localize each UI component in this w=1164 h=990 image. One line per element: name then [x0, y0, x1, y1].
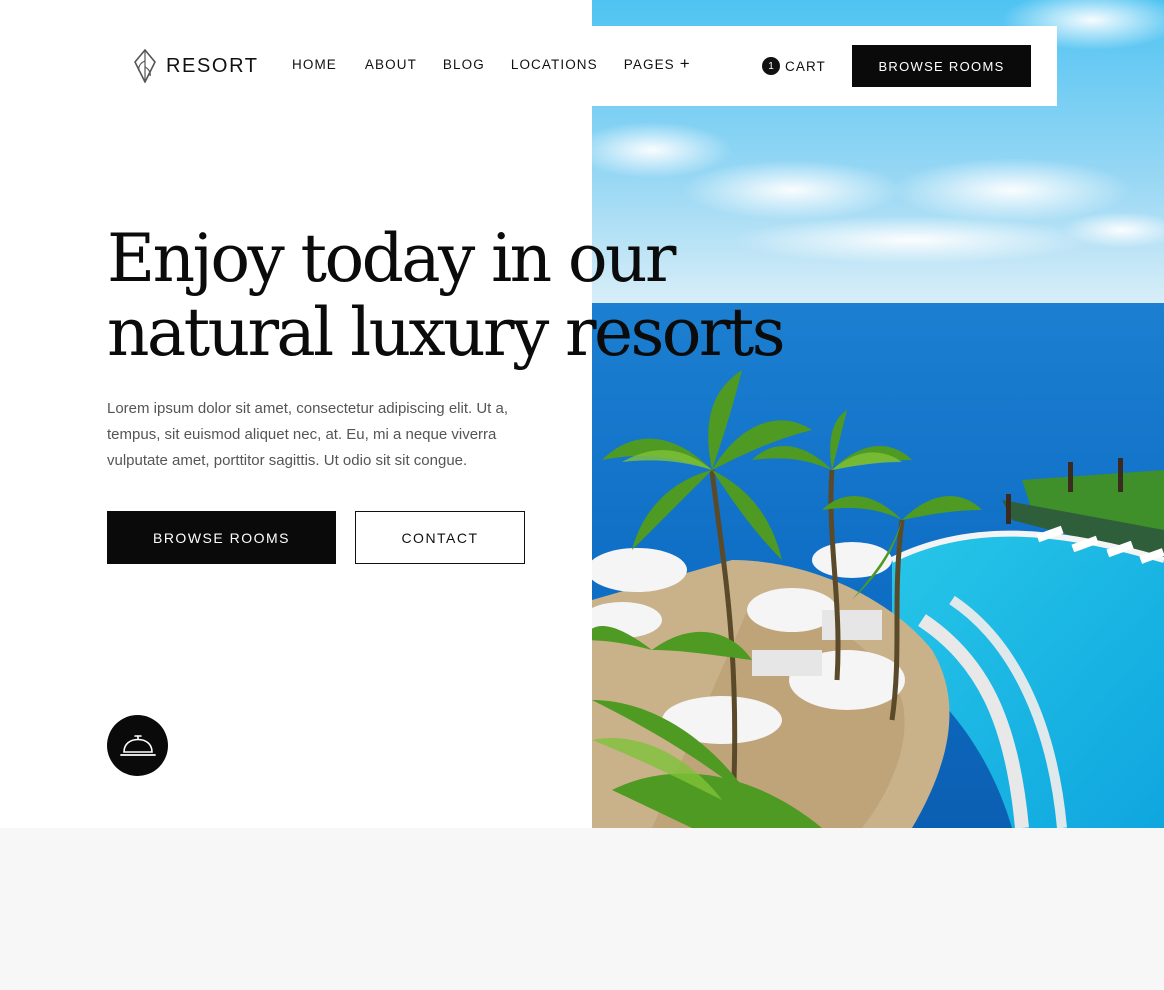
resort-pool-ocean-photo	[592, 0, 1164, 828]
hero-section: RESORT HOME ABOUT BLOG LOCATIONS PAGES + …	[0, 0, 1164, 828]
lower-section-background	[0, 828, 1164, 990]
reception-bell-button[interactable]	[107, 715, 168, 776]
nav-item-pages[interactable]: PAGES +	[623, 54, 691, 73]
brand-logo[interactable]: RESORT	[133, 49, 259, 83]
browse-rooms-button[interactable]: BROWSE ROOMS	[107, 511, 336, 564]
nav-item-locations[interactable]: LOCATIONS	[511, 57, 598, 72]
main-nav: HOME ABOUT BLOG LOCATIONS PAGES +	[292, 54, 691, 73]
nav-item-about[interactable]: ABOUT	[365, 57, 417, 72]
hero-headline-line-2: natural luxury resorts	[107, 294, 786, 371]
cart-label: CART	[785, 58, 826, 74]
plus-icon: +	[679, 54, 691, 73]
nav-item-home[interactable]: HOME	[292, 57, 337, 72]
hero-headline: Enjoy today in our natural luxury resort…	[107, 222, 827, 370]
cart-count-badge: 1	[762, 57, 780, 75]
top-navbar: RESORT HOME ABOUT BLOG LOCATIONS PAGES + …	[107, 26, 1057, 106]
cart-link[interactable]: 1 CART	[762, 57, 826, 75]
leaf-diamond-icon	[134, 49, 156, 83]
hero-headline-line-1: Enjoy today in our	[107, 220, 676, 297]
service-bell-icon	[119, 734, 156, 756]
contact-button[interactable]: CONTACT	[355, 511, 525, 564]
hero-description: Lorem ipsum dolor sit amet, consectetur …	[107, 400, 509, 469]
browse-rooms-nav-button[interactable]: BROWSE ROOMS	[852, 45, 1031, 87]
nav-item-blog[interactable]: BLOG	[443, 57, 485, 72]
nav-item-pages-label: PAGES	[623, 57, 675, 72]
brand-name: RESORT	[166, 54, 259, 77]
